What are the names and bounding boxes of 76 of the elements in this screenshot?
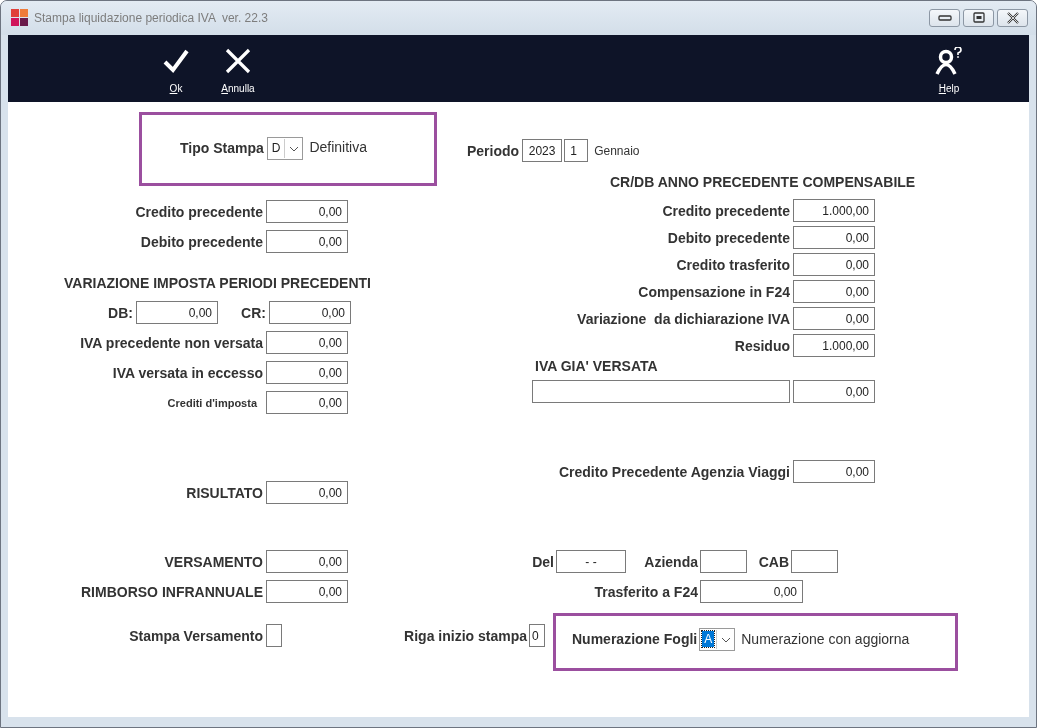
field-label: IVA precedente non versata [80, 334, 263, 351]
amount-field[interactable]: 0,00 [793, 280, 875, 303]
amount-field[interactable]: 0,00 [266, 331, 348, 354]
text-field[interactable] [700, 550, 747, 573]
field-label: Azienda [644, 553, 698, 570]
field-label: Debito precedente [140, 233, 263, 250]
field-label: Numerazione Fogli [572, 631, 698, 647]
field-label: Variazione da dichiarazione IVA [577, 310, 790, 327]
field-label: Crediti d'imposta [167, 396, 257, 409]
amount-field[interactable]: 1.000,00 [793, 199, 875, 222]
field-label: Credito Precedente Agenzia Viaggi [558, 463, 790, 480]
maximize-button[interactable] [963, 9, 994, 27]
tipo-stampa-description: Definitiva [309, 139, 368, 155]
minimize-icon [937, 14, 952, 22]
amount-field[interactable]: 0,00 [266, 481, 348, 504]
toolbar-button[interactable]: Help [929, 35, 969, 94]
close-button[interactable] [997, 9, 1028, 27]
numerazione-description: Numerazione con aggiorna [741, 631, 910, 647]
field-label: Riga inizio stampa [404, 627, 527, 644]
amount-field[interactable]: 0,00 [793, 253, 875, 276]
checkmark-icon [163, 47, 189, 75]
tipo-stampa-dropdown[interactable]: D [266, 136, 304, 160]
amount-field[interactable]: 0,00 [266, 580, 348, 603]
text-field[interactable] [791, 550, 838, 573]
checkbox[interactable] [266, 624, 282, 647]
selected-value: A [702, 631, 715, 647]
field-label: DB: [108, 304, 133, 321]
month-name: Gennaio [594, 143, 640, 158]
numerazione-dropdown[interactable]: A [699, 627, 736, 651]
year-field[interactable]: 2023 [522, 139, 563, 162]
amount-field[interactable]: 0,00 [266, 550, 348, 573]
number-field[interactable]: 0 [529, 624, 545, 647]
field-label: RISULTATO [186, 484, 263, 501]
field-label: Credito precedente [662, 202, 790, 219]
maximize-icon [971, 12, 986, 24]
field-label: Credito trasferito [676, 256, 790, 273]
toolbar-button[interactable]: Annulla [218, 35, 258, 94]
field-label: Periodo [467, 142, 520, 159]
field-label: Tipo Stampa [180, 140, 264, 156]
field-label: Debito precedente [667, 229, 790, 246]
field-label: RIMBORSO INFRANNUALE [81, 583, 263, 600]
field-label: IVA versata in eccesso [112, 364, 263, 381]
app-logo-icon [11, 9, 29, 27]
amount-field[interactable]: 0,00 [266, 361, 348, 384]
amount-field[interactable]: 1.000,00 [793, 334, 875, 357]
field-label: Del [532, 553, 554, 570]
field-label: Stampa Versamento [129, 627, 263, 644]
minimize-button[interactable] [929, 9, 960, 27]
text-field[interactable] [532, 380, 790, 403]
toolbar-button[interactable]: Ok [156, 35, 196, 94]
amount-field[interactable]: 0,00 [266, 230, 348, 253]
window-title: Stampa liquidazione periodica IVA ver. 22.3 [34, 11, 268, 25]
amount-field[interactable]: 0,00 [266, 391, 348, 414]
amount-field[interactable]: 0,00 [700, 580, 803, 603]
amount-field[interactable]: 0,00 [793, 380, 875, 403]
field-label: Compensazione in F24 [638, 283, 790, 300]
field-label: Residuo [734, 337, 790, 354]
field-label: Trasferito a F24 [594, 583, 698, 600]
amount-field[interactable]: 0,00 [793, 307, 875, 330]
field-label: CAB [758, 553, 789, 570]
section-heading: CR/DB ANNO PRECEDENTE COMPENSABILE [610, 174, 917, 191]
field-label: VERSAMENTO [164, 553, 263, 570]
section-heading: IVA GIA' VERSATA [535, 358, 659, 375]
field-label: CR: [241, 304, 266, 321]
field-label: Credito precedente [135, 203, 263, 220]
amount-field[interactable]: 0,00 [136, 301, 218, 324]
person-question-icon [935, 47, 963, 75]
amount-field[interactable]: 0,00 [793, 226, 875, 249]
month-field[interactable]: 1 [564, 139, 589, 162]
close-icon [1005, 12, 1020, 24]
amount-field[interactable]: 0,00 [269, 301, 351, 324]
close-icon [225, 47, 251, 75]
amount-field[interactable]: 0,00 [793, 460, 875, 483]
date-field[interactable]: - - [556, 550, 626, 573]
section-heading: VARIAZIONE IMPOSTA PERIODI PRECEDENTI [64, 275, 372, 293]
amount-field[interactable]: 0,00 [266, 200, 348, 223]
